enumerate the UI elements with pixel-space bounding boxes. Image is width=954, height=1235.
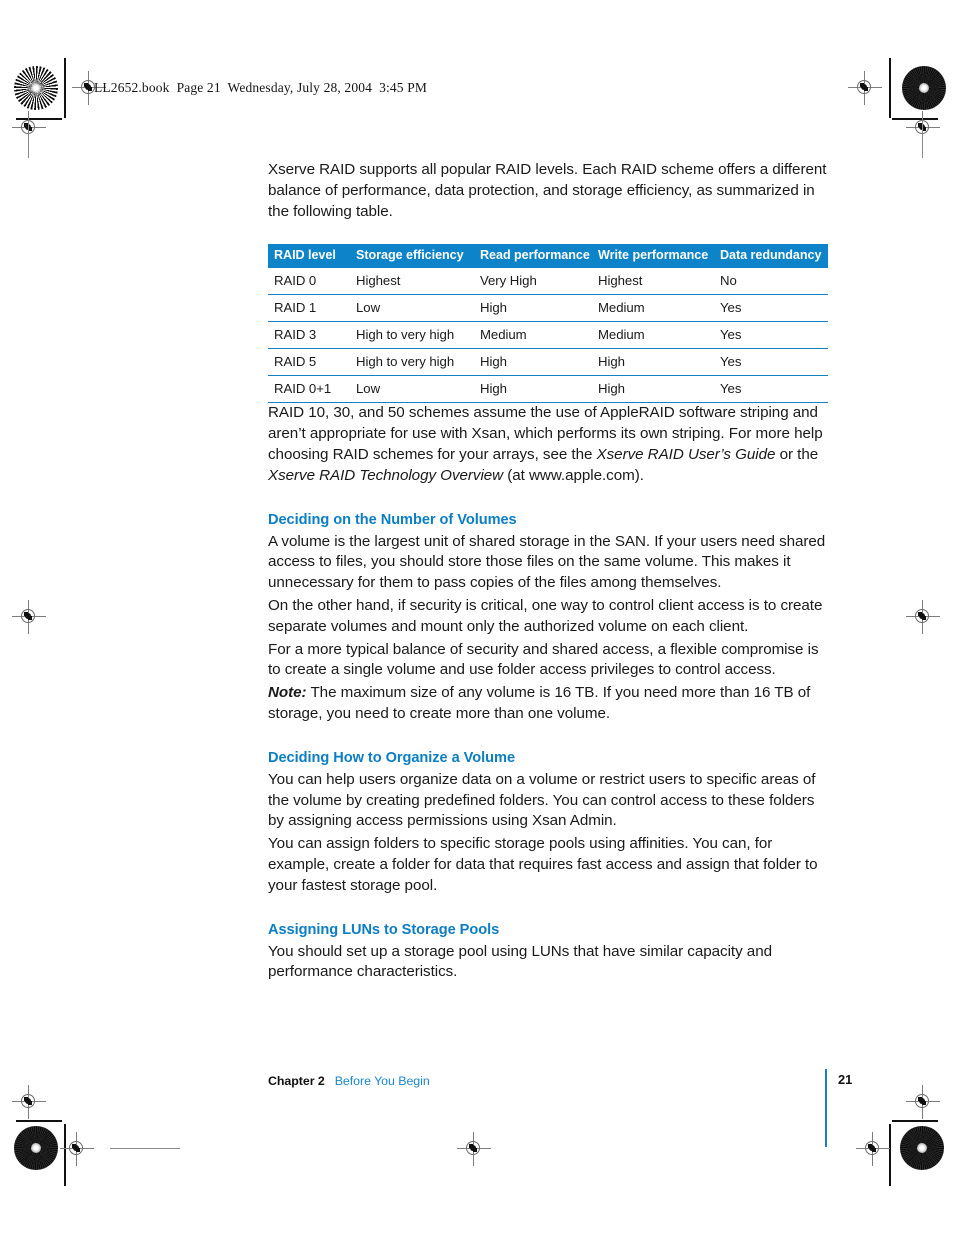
cell-data-redundancy: Yes	[714, 294, 828, 322]
section-paragraph: You can help users organize data on a vo…	[268, 770, 816, 830]
section-heading: Assigning LUNs to Storage Pools	[268, 921, 500, 938]
print-star-target-top-right	[902, 66, 946, 110]
column-header-write-performance: Write performance	[592, 244, 714, 269]
cell-storage-efficiency: Low	[350, 294, 474, 322]
registration-mark-upper-right-edge	[906, 111, 940, 145]
cell-read-performance: High	[474, 348, 592, 376]
cell-write-performance: High	[592, 375, 714, 404]
cell-write-performance: High	[592, 348, 714, 376]
crop-rule-top-right	[889, 58, 891, 118]
intro-paragraph: Xserve RAID supports all popular RAID le…	[268, 161, 827, 220]
page-footer: Chapter 2 Before You Begin	[268, 1072, 848, 1092]
table-row: RAID 5 High to very high High High Yes	[268, 348, 828, 376]
column-header-raid-level: RAID level	[268, 244, 350, 269]
cell-storage-efficiency: High to very high	[350, 321, 474, 349]
crop-rule-left-upper	[16, 118, 62, 120]
cell-raid-level: RAID 5	[268, 348, 350, 376]
crop-rule-top-left	[64, 58, 66, 118]
table-row: RAID 0+1 Low High High Yes	[268, 375, 828, 404]
crop-rule-bottom-right	[889, 1124, 891, 1186]
running-header: LL2652.book Page 21 Wednesday, July 28, …	[94, 80, 428, 95]
registration-mark-lower-left-edge	[12, 1085, 46, 1119]
section-paragraph: For a more typical balance of security a…	[268, 640, 819, 679]
table-body: RAID 0 Highest Very High Highest No RAID…	[268, 268, 828, 404]
note-body: The maximum size of any volume is 16 TB.…	[268, 684, 811, 722]
book-title-xserve-raid-users-guide: Xserve RAID User’s Guide	[596, 445, 776, 463]
column-header-read-performance: Read performance	[474, 244, 592, 269]
registration-mark-mid-left	[12, 600, 46, 634]
section-heading: Deciding How to Organize a Volume	[268, 749, 516, 766]
cell-write-performance: Medium	[592, 321, 714, 349]
raid-note-text-part2: or the	[775, 445, 819, 463]
raid-table-container: RAID level Storage efficiency Read perfo…	[268, 244, 828, 404]
cell-raid-level: RAID 0	[274, 273, 317, 289]
cell-storage-efficiency: Low	[350, 375, 474, 404]
page-body: Xserve RAID supports all popular RAID le…	[268, 160, 828, 983]
section-paragraph: You should set up a storage pool using L…	[268, 942, 772, 981]
raid-note-text-part3: (at www.apple.com).	[503, 466, 644, 484]
registration-mark-upper-left-edge	[12, 111, 46, 145]
book-title-xserve-raid-technology-overview: Xserve RAID Technology Overview	[268, 466, 504, 484]
cell-write-performance: Medium	[592, 294, 714, 322]
registration-mark-bottom-left	[60, 1132, 94, 1166]
column-header-data-redundancy: Data redundancy	[714, 244, 828, 269]
footer-chapter-title: Before You Begin	[334, 1074, 430, 1088]
section-paragraph: A volume is the largest unit of shared s…	[268, 532, 826, 592]
print-star-target-bottom-left	[14, 1126, 58, 1170]
cell-read-performance: Very High	[480, 273, 537, 289]
footer-chapter-number: Chapter 2	[268, 1074, 325, 1088]
trim-guide-right	[922, 120, 923, 158]
cell-storage-efficiency: Highest	[356, 273, 401, 289]
crop-rule-right-upper	[892, 118, 938, 120]
cell-read-performance: High	[474, 294, 592, 322]
table-header-row: RAID level Storage efficiency Read perfo…	[268, 244, 828, 269]
footer-accent-rule	[825, 1069, 827, 1147]
section-heading: Deciding on the Number of Volumes	[268, 511, 517, 528]
section-deciding-on-the-number-of-volumes: Deciding on the Number of Volumes A volu…	[268, 511, 828, 725]
crop-rule-left-lower	[16, 1120, 62, 1122]
section-paragraph: You can assign folders to specific stora…	[268, 835, 818, 894]
print-star-target-top-left	[14, 66, 58, 110]
table-header: RAID level Storage efficiency Read perfo…	[268, 244, 828, 269]
cell-data-redundancy: Yes	[714, 375, 828, 404]
crop-rule-bottom-left	[64, 1124, 66, 1186]
print-star-target-bottom-right	[900, 1126, 944, 1170]
section-paragraph: On the other hand, if security is critic…	[268, 596, 823, 635]
section-deciding-how-to-organize-a-volume: Deciding How to Organize a Volume You ca…	[268, 749, 828, 897]
cell-read-performance: Medium	[474, 321, 592, 349]
raid-levels-note-paragraph: RAID 10, 30, and 50 schemes assume the u…	[268, 403, 828, 486]
note-label: Note:	[268, 684, 307, 702]
registration-mark-lower-right-edge	[906, 1085, 940, 1119]
column-header-storage-efficiency: Storage efficiency	[350, 244, 474, 269]
cell-read-performance: High	[474, 375, 592, 404]
cell-write-performance: Highest	[598, 273, 643, 289]
registration-mark-mid-right	[906, 600, 940, 634]
cell-raid-level: RAID 3	[268, 321, 350, 349]
table-row: RAID 3 High to very high Medium Medium Y…	[268, 321, 828, 349]
cell-raid-level: RAID 1	[268, 294, 350, 322]
cell-data-redundancy: No	[720, 273, 737, 289]
cell-data-redundancy: Yes	[714, 348, 828, 376]
note-paragraph: Note: The maximum size of any volume is …	[268, 683, 828, 725]
trim-guide-left	[28, 120, 29, 158]
cell-raid-level: RAID 0+1	[268, 375, 350, 404]
section-assigning-luns-to-storage-pools: Assigning LUNs to Storage Pools You shou…	[268, 921, 828, 984]
page-number: 21	[838, 1072, 853, 1087]
trim-guide-bottom	[110, 1148, 180, 1149]
table-row: RAID 0 Highest Very High Highest No	[268, 268, 828, 295]
cell-data-redundancy: Yes	[714, 321, 828, 349]
cell-storage-efficiency: High to very high	[350, 348, 474, 376]
registration-mark-bottom-right	[856, 1132, 890, 1166]
table-row: RAID 1 Low High Medium Yes	[268, 294, 828, 322]
crop-rule-right-lower	[892, 1120, 938, 1122]
registration-mark-top-right	[848, 71, 882, 105]
registration-mark-bottom-center	[457, 1132, 491, 1166]
raid-comparison-table: RAID level Storage efficiency Read perfo…	[268, 244, 828, 404]
